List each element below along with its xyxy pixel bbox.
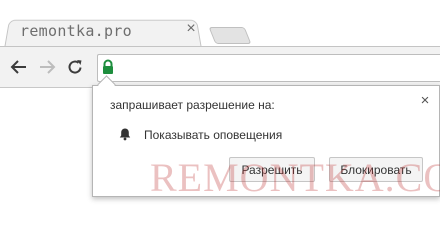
tab-title: remontka.pro — [20, 22, 132, 40]
block-button[interactable]: Блокировать — [329, 157, 423, 182]
reload-icon[interactable] — [64, 56, 86, 78]
tab-close-button[interactable]: × — [183, 20, 199, 38]
address-bar[interactable] — [97, 54, 440, 82]
bell-icon — [118, 127, 132, 141]
lock-icon[interactable] — [101, 59, 115, 75]
popup-title: запрашивает разрешение на: — [110, 98, 275, 112]
arrow-right-icon[interactable] — [36, 56, 58, 78]
new-tab-icon[interactable] — [208, 27, 252, 44]
allow-button[interactable]: Разрешить — [229, 157, 315, 182]
permission-label: Показывать оповещения — [144, 128, 283, 142]
popup-close-button[interactable]: × — [418, 93, 432, 108]
arrow-left-icon[interactable] — [8, 56, 30, 78]
